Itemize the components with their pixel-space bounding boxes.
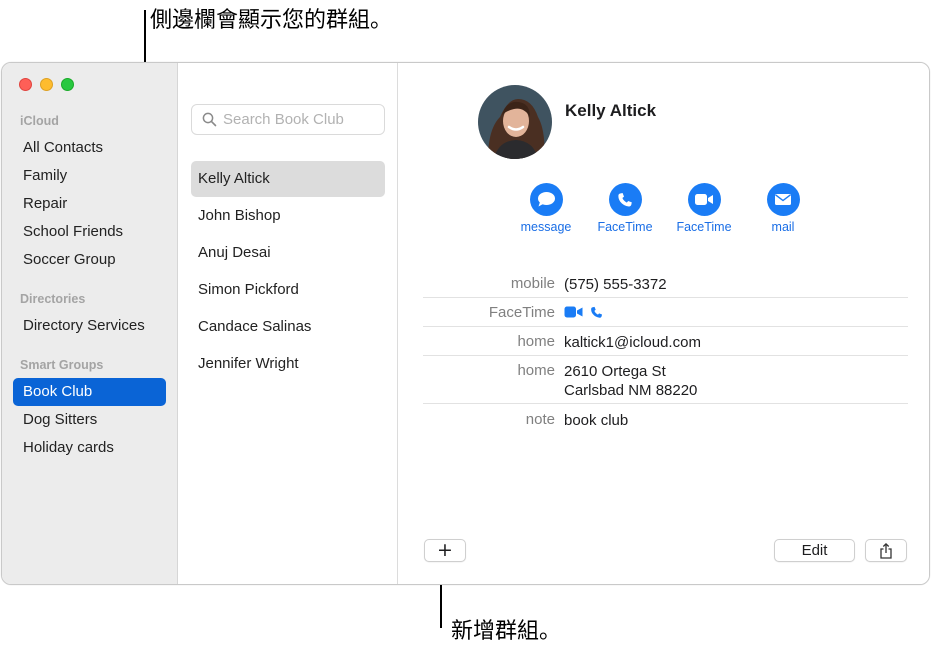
video-icon xyxy=(695,194,713,205)
note-value[interactable]: book club xyxy=(564,411,628,430)
mobile-value[interactable]: (575) 555-3372 xyxy=(564,275,667,294)
facetime-label: FaceTime xyxy=(488,304,555,321)
address-line2[interactable]: Carlsbad NM 88220 xyxy=(564,381,697,400)
sidebar-item-book-club[interactable]: Book Club xyxy=(13,378,166,406)
sidebar-section-smart-groups: Smart Groups xyxy=(20,358,104,372)
email-row: home kaltick1@icloud.com xyxy=(423,333,908,356)
mail-icon xyxy=(775,194,791,205)
mail-action-label: mail xyxy=(771,220,795,234)
sidebar-item-repair[interactable]: Repair xyxy=(13,190,166,218)
sidebar-item-directory-services[interactable]: Directory Services xyxy=(13,312,166,340)
contact-john-bishop[interactable]: John Bishop xyxy=(191,198,385,234)
share-icon xyxy=(880,542,892,559)
add-group-button[interactable]: + xyxy=(424,539,466,562)
address-line1[interactable]: 2610 Ortega St xyxy=(564,362,666,381)
close-window-button[interactable] xyxy=(19,78,32,91)
mobile-row: mobile (575) 555-3372 xyxy=(423,275,908,298)
facetime-video-action-label: FaceTime xyxy=(676,220,732,234)
facetime-audio-action[interactable]: FaceTime xyxy=(589,183,661,234)
search-input[interactable] xyxy=(223,105,381,134)
contact-jennifer-wright[interactable]: Jennifer Wright xyxy=(191,346,385,382)
sidebar-item-family[interactable]: Family xyxy=(13,162,166,190)
facetime-row: FaceTime xyxy=(423,304,908,327)
mail-action[interactable]: mail xyxy=(747,183,819,234)
sidebar-section-directories: Directories xyxy=(20,292,86,306)
sidebar-item-dog-sitters[interactable]: Dog Sitters xyxy=(13,406,166,434)
email-label: home xyxy=(517,333,555,350)
minimize-window-button[interactable] xyxy=(40,78,53,91)
edit-button-label: Edit xyxy=(801,542,828,559)
facetime-video-icon[interactable] xyxy=(564,306,583,318)
facetime-audio-action-label: FaceTime xyxy=(597,220,653,234)
contact-list: Kelly Altick John Bishop Anuj Desai Simo… xyxy=(179,63,398,584)
sidebar-item-soccer-group[interactable]: Soccer Group xyxy=(13,246,166,274)
sidebar-item-holiday-cards[interactable]: Holiday cards xyxy=(13,434,166,462)
address-label: home xyxy=(517,362,555,379)
sidebar-section-icloud: iCloud xyxy=(20,114,59,128)
contact-detail: Kelly Altick message FaceTime FaceTime m… xyxy=(399,63,929,584)
note-label: note xyxy=(525,411,555,428)
sidebar-callout: 側邊欄會顯示您的群組。 xyxy=(150,8,393,33)
sidebar-item-all-contacts[interactable]: All Contacts xyxy=(13,134,166,162)
contact-name: Kelly Altick xyxy=(565,101,657,120)
mobile-label: mobile xyxy=(510,275,555,292)
edit-button[interactable]: Edit xyxy=(774,539,855,562)
avatar xyxy=(478,85,552,159)
phone-icon xyxy=(618,192,632,207)
search-field[interactable] xyxy=(191,104,385,135)
contact-anuj-desai[interactable]: Anuj Desai xyxy=(191,235,385,271)
contact-kelly-altick[interactable]: Kelly Altick xyxy=(191,161,385,197)
contact-candace-salinas[interactable]: Candace Salinas xyxy=(191,309,385,345)
address-row: home 2610 Ortega St Carlsbad NM 88220 xyxy=(423,362,908,404)
share-button[interactable] xyxy=(865,539,907,562)
facetime-video-action[interactable]: FaceTime xyxy=(668,183,740,234)
message-action[interactable]: message xyxy=(510,183,582,234)
add-group-callout: 新增群組。 xyxy=(451,619,562,644)
message-icon xyxy=(537,192,555,207)
search-icon xyxy=(202,112,217,127)
contacts-window: iCloud All Contacts Family Repair School… xyxy=(1,62,930,585)
message-action-label: message xyxy=(520,220,572,234)
facetime-audio-icon[interactable] xyxy=(590,306,603,319)
sidebar: iCloud All Contacts Family Repair School… xyxy=(2,63,178,584)
sidebar-item-school-friends[interactable]: School Friends xyxy=(13,218,166,246)
note-row: note book club xyxy=(423,411,908,434)
add-button-label: + xyxy=(437,539,453,561)
zoom-window-button[interactable] xyxy=(61,78,74,91)
email-value[interactable]: kaltick1@icloud.com xyxy=(564,333,701,352)
contact-simon-pickford[interactable]: Simon Pickford xyxy=(191,272,385,308)
